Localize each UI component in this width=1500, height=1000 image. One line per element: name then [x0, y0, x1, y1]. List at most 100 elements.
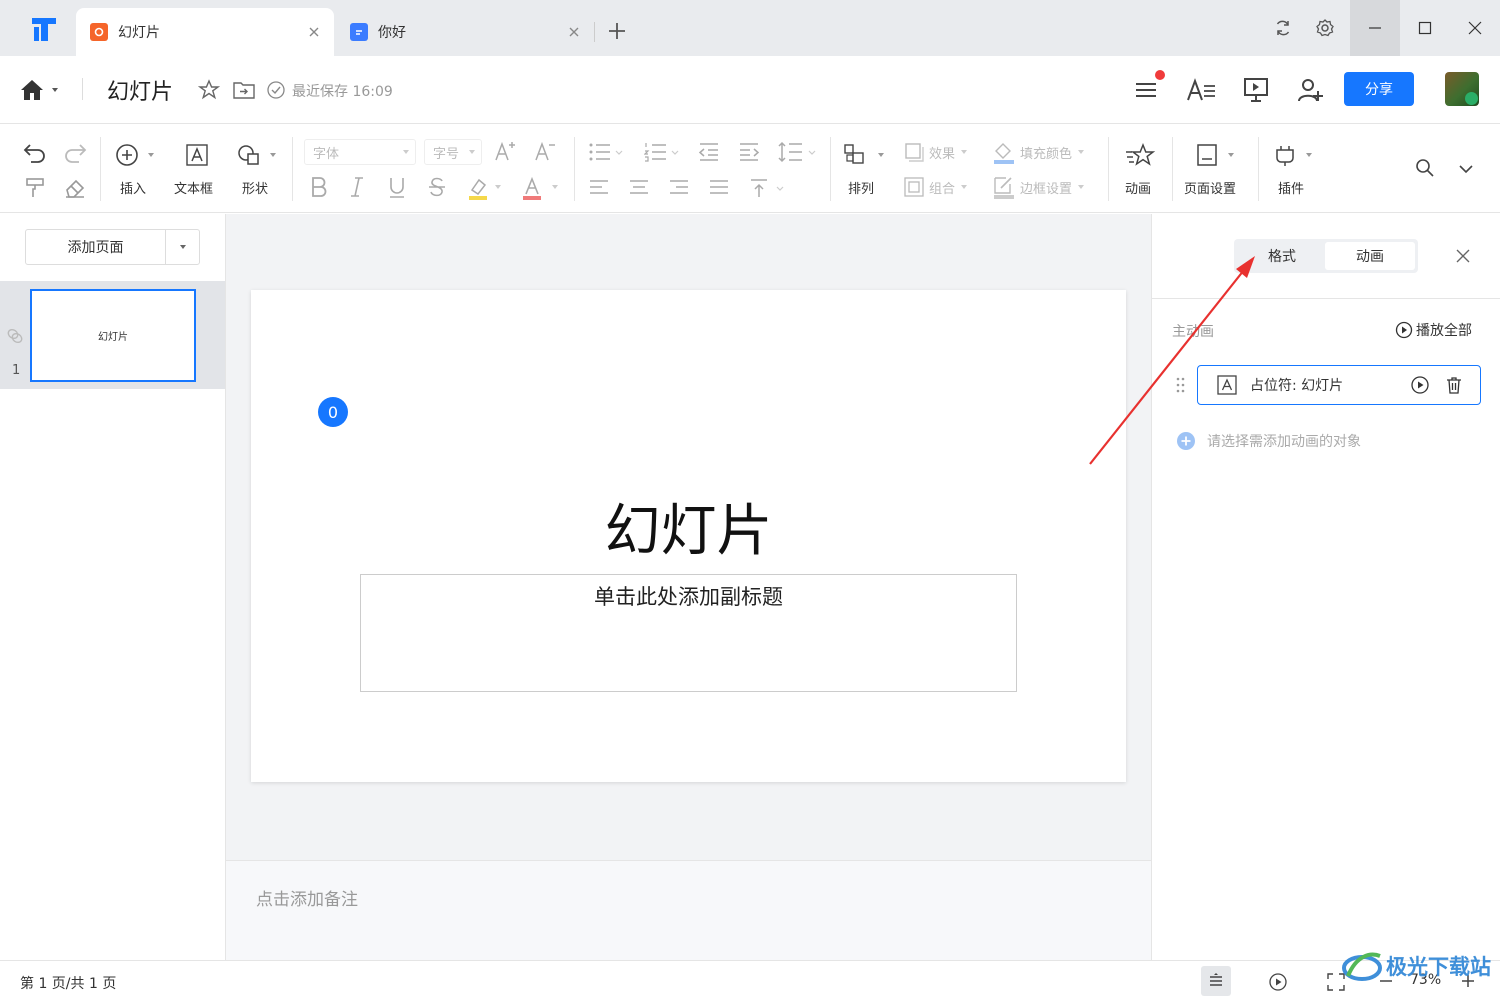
title-separator [82, 78, 83, 100]
close-tab-icon[interactable] [566, 24, 582, 40]
slide[interactable]: 0 幻灯片 单击此处添加副标题 [251, 290, 1126, 782]
shape-icon [236, 142, 262, 168]
close-window-button[interactable] [1450, 0, 1500, 56]
panel-tab-switch: 格式 动画 [1234, 239, 1418, 273]
collapse-toolbar-icon[interactable] [1456, 159, 1476, 179]
panel-divider [1152, 298, 1500, 299]
font-size-select[interactable]: 字号 [424, 139, 482, 165]
home-icon[interactable] [20, 78, 66, 102]
maximize-button[interactable] [1400, 0, 1450, 56]
slide-thumbnail-row[interactable]: 1 幻灯片 [0, 281, 225, 389]
close-tab-icon[interactable] [306, 24, 322, 40]
tab-slides[interactable]: 幻灯片 [76, 8, 334, 56]
border-settings-button[interactable]: 边框设置 [992, 174, 1096, 200]
insert-button[interactable]: 插入 [112, 142, 160, 206]
font-size-placeholder: 字号 [433, 146, 460, 162]
tab-hello[interactable]: 你好 [336, 8, 594, 56]
new-tab-icon[interactable] [606, 20, 628, 42]
add-animation-hint-text: 请选择需添加动画的对象 [1207, 434, 1361, 450]
tab-animation[interactable]: 动画 [1325, 242, 1415, 270]
align-right-icon[interactable] [668, 177, 690, 199]
menu-icon[interactable] [1134, 70, 1165, 102]
drag-handle-icon[interactable] [1176, 376, 1186, 394]
notes-toggle-icon[interactable] [1201, 966, 1231, 996]
group-button[interactable]: 组合 [903, 174, 979, 200]
animation-order-badge[interactable]: 0 [318, 397, 348, 427]
redo-icon[interactable] [62, 140, 88, 164]
justify-icon[interactable] [708, 177, 730, 199]
tab-format[interactable]: 格式 [1237, 242, 1327, 270]
app-logo-icon[interactable] [28, 14, 60, 44]
format-painter-icon[interactable] [24, 176, 48, 198]
plugin-button[interactable]: 插件 [1272, 142, 1320, 206]
bold-icon[interactable] [308, 175, 330, 199]
animation-button[interactable]: 动画 [1120, 142, 1160, 206]
tab-label: 你好 [378, 25, 406, 41]
highlight-icon[interactable] [467, 175, 501, 201]
effect-button[interactable]: 效果 [903, 139, 979, 165]
font-color-icon[interactable] [522, 175, 558, 201]
insert-label: 插入 [120, 182, 147, 197]
undo-icon[interactable] [22, 140, 48, 164]
star-icon[interactable] [197, 78, 221, 102]
strikethrough-icon[interactable] [426, 175, 448, 199]
play-all-label: 播放全部 [1416, 323, 1472, 339]
textbox-button[interactable]: 文本框 [172, 142, 222, 206]
minimize-button[interactable] [1350, 0, 1400, 56]
arrange-button[interactable]: 排列 [842, 142, 888, 206]
page-setup-label: 页面设置 [1184, 182, 1237, 197]
add-collaborator-icon[interactable] [1296, 76, 1326, 104]
increase-indent-icon[interactable] [738, 141, 760, 163]
slide-thumbnail[interactable]: 幻灯片 [30, 289, 196, 382]
underline-icon[interactable] [386, 175, 408, 199]
chevron-down-icon [469, 150, 475, 154]
border-settings-label: 边框设置 [1020, 181, 1073, 197]
watermark-swirl-icon [1342, 952, 1382, 981]
bullet-list-icon[interactable] [588, 141, 624, 163]
slide-title[interactable]: 幻灯片 [251, 486, 1126, 567]
close-panel-icon[interactable] [1454, 247, 1472, 265]
line-spacing-icon[interactable] [778, 141, 818, 163]
ribbon-toolbar: 插入 文本框 形状 字体 字号 排列 效果 组合 填充颜色 边框设置 动画 页面… [0, 125, 1500, 213]
slideshow-play-icon[interactable] [1268, 972, 1288, 992]
shape-button[interactable]: 形状 [236, 142, 284, 206]
delete-trash-icon[interactable] [1444, 375, 1464, 395]
increase-font-icon[interactable] [494, 139, 518, 163]
add-page-dropdown[interactable] [165, 230, 199, 264]
font-family-select[interactable]: 字体 [304, 139, 416, 165]
align-left-icon[interactable] [588, 177, 610, 199]
preview-play-icon[interactable] [1410, 375, 1430, 395]
align-center-icon[interactable] [628, 177, 650, 199]
toolbar-separator [1258, 137, 1259, 201]
settings-gear-icon[interactable] [1300, 0, 1350, 56]
decrease-indent-icon[interactable] [698, 141, 720, 163]
numbered-list-icon[interactable] [644, 141, 680, 163]
play-all-button[interactable]: 播放全部 [1395, 320, 1472, 340]
animation-item[interactable]: 占位符: 幻灯片 [1197, 365, 1481, 405]
present-icon[interactable] [1242, 76, 1270, 104]
section-title: 主动画 [1172, 324, 1214, 340]
page-title[interactable]: 幻灯片 [107, 74, 173, 106]
share-button[interactable]: 分享 [1344, 72, 1414, 106]
textbox-label: 文本框 [174, 182, 214, 197]
page-setup-button[interactable]: 页面设置 [1184, 142, 1248, 206]
italic-icon[interactable] [346, 175, 368, 199]
notes-area[interactable]: 点击添加备注 [226, 860, 1151, 960]
textbox-icon [184, 142, 210, 168]
font-family-placeholder: 字体 [313, 146, 340, 162]
group-label: 组合 [929, 181, 956, 197]
watermark-text: 极光下载站 [1386, 955, 1491, 979]
avatar[interactable] [1445, 72, 1479, 106]
subtitle-placeholder[interactable]: 单击此处添加副标题 [360, 574, 1017, 692]
move-to-folder-icon[interactable] [232, 79, 256, 101]
vertical-align-icon[interactable] [748, 177, 788, 199]
add-page-button[interactable]: 添加页面 [25, 229, 200, 265]
eraser-icon[interactable] [63, 176, 87, 198]
text-format-icon[interactable] [1185, 76, 1217, 104]
decrease-font-icon[interactable] [534, 139, 558, 163]
plugin-icon [1272, 142, 1298, 168]
search-icon[interactable] [1414, 157, 1436, 179]
fill-color-button[interactable]: 填充颜色 [992, 139, 1096, 165]
add-animation-hint[interactable]: 请选择需添加动画的对象 [1176, 431, 1361, 451]
chevron-down-icon [1306, 153, 1312, 157]
